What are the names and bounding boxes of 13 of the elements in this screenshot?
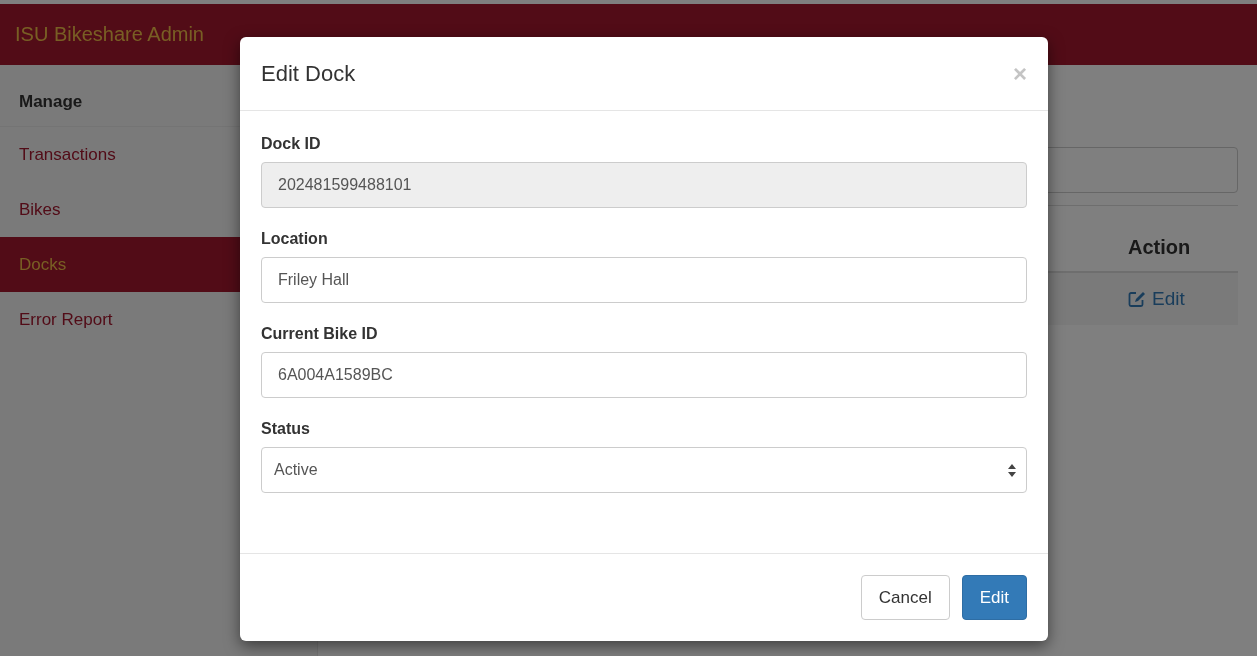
column-header: Action (1128, 236, 1192, 259)
input-field[interactable]: Friley Hall (261, 257, 1027, 303)
edit-icon (1128, 291, 1146, 307)
field-label: Status (261, 420, 311, 438)
field-label: Current Bike ID (261, 325, 379, 343)
edit-button[interactable]: Edit (961, 575, 1027, 620)
status-select[interactable]: Active (261, 447, 1027, 493)
input-field[interactable]: 6A004A1589BC (261, 352, 1027, 398)
edit-link[interactable]: Edit (1128, 288, 1185, 310)
app-title: ISU Bikeshare Admin (15, 23, 204, 46)
cancel-button[interactable]: Cancel (860, 575, 950, 620)
field-label: Dock ID (261, 135, 322, 153)
sort-icon (1008, 463, 1016, 477)
